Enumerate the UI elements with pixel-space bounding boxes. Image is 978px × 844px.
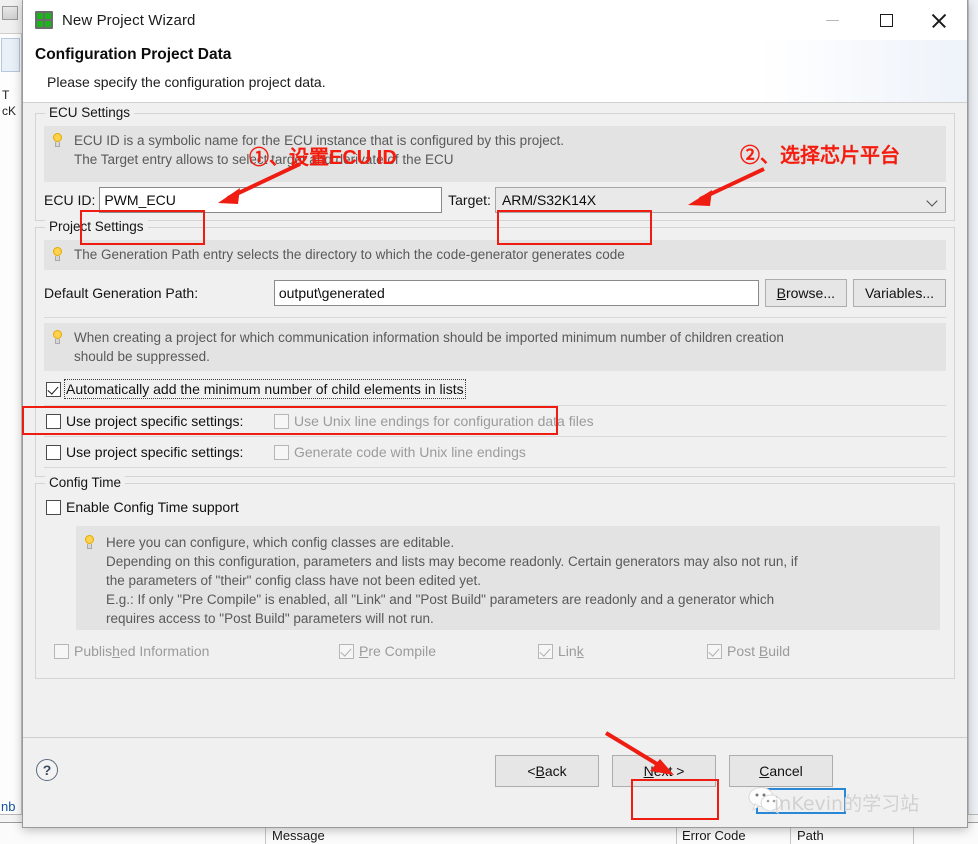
target-value: ARM/S32K14X [501, 192, 597, 208]
config-time-hint-line-4: E.g.: If only "Pre Compile" is enabled, … [106, 592, 775, 607]
browse-label-post: rowse... [785, 285, 835, 301]
checkbox-box [274, 413, 289, 429]
use-project-specific-settings-code-label: Use project specific settings: [66, 444, 244, 460]
config-time-hint-line-5: requires access to "Post Build" paramete… [106, 611, 434, 626]
unix-line-endings-config-data-label: Use Unix line endings for configuration … [294, 413, 594, 429]
maximize-icon [879, 13, 893, 27]
background-column-message: Message [272, 828, 325, 843]
generate-code-unix-line-endings-checkbox: Generate code with Unix line endings [274, 444, 526, 460]
ecu-id-input[interactable] [99, 187, 443, 213]
auto-add-min-children-label: Automatically add the minimum number of … [64, 379, 466, 399]
min-children-hint-line-2: should be suppressed. [74, 349, 210, 364]
next-button[interactable]: Next > [612, 755, 716, 787]
dialog-footer: ? < Back Next > Cancel [23, 737, 967, 805]
maximize-button[interactable] [863, 0, 909, 40]
dialog-header: Configuration Project Data Please specif… [23, 40, 967, 103]
project-settings-group: Project Settings The Generation Path ent… [35, 219, 955, 477]
browse-label-mnemonic: B [776, 285, 786, 301]
minimize-button[interactable] [809, 0, 855, 40]
app-grid-icon [35, 11, 53, 29]
generate-code-unix-line-endings-label: Generate code with Unix line endings [294, 444, 526, 460]
background-left-label-1: T [2, 88, 10, 102]
link-checkbox: Link [538, 643, 707, 659]
close-icon [931, 13, 946, 28]
auto-add-min-children-checkbox[interactable]: Automatically add the minimum number of … [46, 379, 466, 399]
config-time-hint: Here you can configure, which config cla… [76, 526, 940, 630]
config-time-hint-line-2: Depending on this configuration, paramet… [106, 554, 798, 569]
background-left-label-2: cK [2, 104, 17, 118]
page-title: Configuration Project Data [35, 46, 232, 63]
dialog-body: ECU Settings ECU ID is a symbolic name f… [23, 103, 967, 805]
close-button[interactable] [915, 0, 961, 40]
pre-compile-checkbox: Pre Compile [339, 643, 538, 659]
dialog-title: New Project Wizard [62, 11, 196, 29]
generation-path-input[interactable] [273, 280, 759, 306]
target-combobox[interactable]: ARM/S32K14X [494, 187, 946, 213]
lightbulb-icon [50, 246, 66, 264]
background-column-error-code: Error Code [682, 828, 746, 843]
min-children-hint: When creating a project for which commun… [44, 323, 946, 371]
background-left-tab [1, 38, 20, 72]
target-label: Target: [448, 192, 491, 208]
ecu-id-label: ECU ID: [44, 192, 96, 208]
annotation-note-1: ①、设置ECU ID [249, 147, 397, 169]
background-right-edge [968, 0, 978, 844]
enable-config-time-label: Enable Config Time support [66, 499, 239, 515]
config-time-hint-line-1: Here you can configure, which config cla… [106, 535, 455, 550]
checkbox-box [46, 499, 61, 515]
post-build-label: Post Build [727, 643, 791, 659]
variables-button[interactable]: Variables... [853, 279, 946, 307]
annotation-note-2: ②、选择芯片平台 [740, 145, 900, 167]
checkbox-box [46, 381, 61, 397]
lightbulb-icon [82, 534, 98, 552]
background-left-toolbar [0, 0, 22, 34]
gen-path-hint-line-1: The Generation Path entry selects the di… [74, 247, 625, 262]
checkbox-box [339, 643, 354, 659]
lightbulb-icon [50, 132, 66, 150]
minimize-icon [825, 19, 839, 21]
dialog-titlebar: New Project Wizard [23, 0, 967, 40]
link-label: Link [558, 643, 584, 659]
unix-line-endings-config-data-checkbox: Use Unix line endings for configuration … [274, 413, 594, 429]
checkbox-box [46, 444, 61, 460]
config-time-group: Config Time Enable Config Time support H… [35, 475, 955, 679]
background-column-path: Path [797, 828, 824, 843]
published-information-checkbox: Published Information [54, 643, 339, 659]
generation-path-hint: The Generation Path entry selects the di… [44, 240, 946, 270]
min-children-hint-line-1: When creating a project for which commun… [74, 330, 784, 345]
lightbulb-icon [50, 329, 66, 347]
back-button[interactable]: < Back [495, 755, 599, 787]
published-information-label: Published Information [74, 643, 210, 659]
enable-config-time-checkbox[interactable]: Enable Config Time support [46, 499, 239, 515]
checkbox-box [707, 643, 722, 659]
background-toolbar-icon [2, 6, 18, 20]
chevron-down-icon [926, 195, 938, 207]
generation-path-label: Default Generation Path: [44, 285, 199, 301]
post-build-checkbox: Post Build [707, 643, 790, 659]
config-time-hint-line-3: the parameters of "their" config class h… [106, 573, 482, 588]
checkbox-box [54, 643, 69, 659]
help-button[interactable]: ? [36, 759, 58, 781]
background-blue-label: nb [1, 799, 16, 814]
config-time-group-title: Config Time [45, 475, 126, 490]
use-project-specific-settings-code-checkbox[interactable]: Use project specific settings: [46, 444, 274, 460]
checkbox-box [46, 413, 61, 429]
page-subtitle: Please specify the configuration project… [47, 74, 326, 90]
checkbox-box [274, 444, 289, 460]
use-project-specific-settings-data-label: Use project specific settings: [66, 413, 244, 429]
background-left-column: T cK nb [0, 0, 22, 844]
checkbox-box [538, 643, 553, 659]
pre-compile-label: Pre Compile [359, 643, 437, 659]
ecu-settings-group-title: ECU Settings [45, 105, 135, 120]
new-project-wizard-dialog: New Project Wizard Configuration Project… [22, 0, 968, 828]
project-settings-group-title: Project Settings [45, 219, 148, 234]
cancel-button[interactable]: Cancel [729, 755, 833, 787]
browse-button[interactable]: Browse... [764, 279, 847, 307]
use-project-specific-settings-data-checkbox[interactable]: Use project specific settings: [46, 413, 274, 429]
